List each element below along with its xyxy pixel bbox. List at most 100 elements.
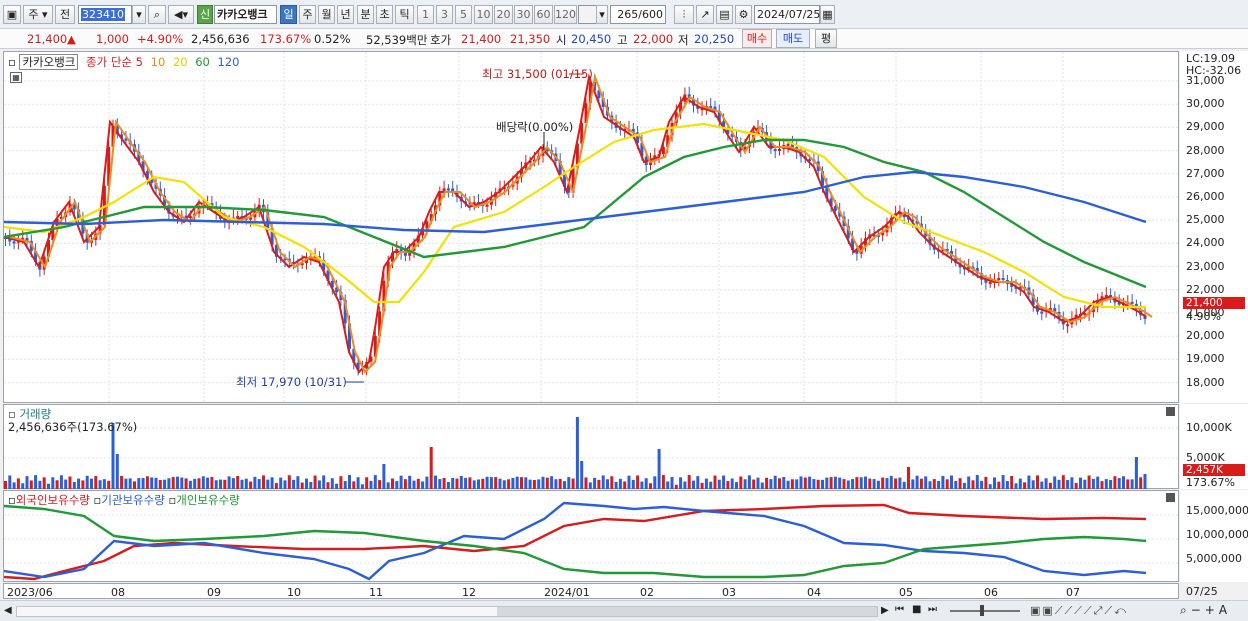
buy-button[interactable]: 매수 [742,29,772,48]
tab-month[interactable]: 월 [318,5,335,24]
zoom-slider[interactable] [950,610,1020,612]
last-pct-label: 4.90% [1186,310,1221,323]
period-type-select[interactable]: 주 ▾ [23,5,53,24]
interval-1[interactable]: 1 [417,5,434,24]
interval-30[interactable]: 30 [514,5,533,24]
price-tick: 25,000 [1186,213,1225,227]
volume-bar [507,479,511,489]
volume-bar [498,478,502,489]
volume-bar [588,482,592,489]
volume-bar [1139,477,1143,489]
volume-bar [997,481,1001,489]
interval-60[interactable]: 60 [534,5,553,24]
foreign-holding-line [4,503,1147,581]
interval-20[interactable]: 20 [494,5,513,24]
volume-bar [640,481,644,489]
date-input[interactable]: 2024/07/25 [754,5,820,24]
volume-bar [618,478,622,489]
volume-bar [176,476,179,489]
sell-button[interactable]: 매도 [776,29,810,48]
volume-bar [163,479,167,489]
volume-bar [984,476,988,489]
price-tick: 31,000 [1186,74,1225,87]
scrollbar-thumb[interactable] [497,607,877,616]
volume-chart-panel[interactable]: ▫ 거래량 2,456,636주(173.67%) [3,404,1180,489]
legend-ma10: 10 [150,55,166,69]
zoom-tools-icons[interactable]: ⌕−+A [1180,603,1231,618]
volume-bar [77,478,81,489]
interval-3[interactable]: 3 [436,5,453,24]
volume-bar [971,480,975,489]
stock-code-input[interactable]: 323410 [78,5,132,24]
eval-button[interactable]: 평 [815,29,837,48]
count-input[interactable]: 265/600 [610,5,666,24]
volume-bar [1061,475,1065,489]
volume-bar [765,477,769,489]
tab-week[interactable]: 주 [299,5,316,24]
search-icon[interactable]: ⌕ [148,5,166,24]
interval-10[interactable]: 10 [474,5,493,24]
volume-bar [214,480,218,489]
save-icon[interactable]: ▤ [716,5,733,24]
nav-stop-icon[interactable]: ■ [912,604,921,615]
volume-bar [489,477,493,489]
price-legend: ▫ 카카오뱅크 종가 단순 5 10 20 60 120 [8,54,239,70]
volume-bar [851,479,855,489]
calendar-icon[interactable]: ▦ [820,5,835,24]
volume-bar [206,477,210,489]
volume-bar [911,479,915,489]
tab-second[interactable]: 초 [376,5,393,24]
window-menu-icon[interactable]: ▣ [3,5,21,24]
volume-bar [167,478,171,489]
holding-chart-panel[interactable]: ▫외국인보유수량 ▫기관보유수량 ▫개인보유수량 [3,490,1180,582]
zoom-slider-handle[interactable] [980,605,984,616]
legend-ma120: 120 [217,55,240,69]
volume-bar [524,477,528,489]
tab-day[interactable]: 일 [280,5,297,24]
main-toolbar: ▣ 주 ▾ 전 323410 ▾ ⌕ ◀▾ 신 카카오뱅크 일 주 월 년 분 … [0,0,1248,29]
holding-panel-close-icon[interactable] [1166,493,1175,502]
prev-button[interactable]: 전 [55,5,75,24]
interval-120[interactable]: 120 [554,5,577,24]
volume-bar [98,480,102,489]
tab-tick[interactable]: 틱 [395,5,414,24]
tab-year[interactable]: 년 [337,5,354,24]
volume-bar [537,479,541,489]
holding-legend: ▫외국인보유수량 ▫기관보유수량 ▫개인보유수량 [8,492,240,508]
price-chart-panel[interactable]: ▫ 카카오뱅크 종가 단순 5 10 20 60 120 ▦ 최고 31,500… [3,51,1180,404]
quote-bar: 21,400 ▲ 1,000 +4.90% 2,456,636 173.67% … [0,29,1248,49]
horizontal-scrollbar[interactable] [16,606,878,617]
volume-bar [42,477,46,489]
volume-bar [59,475,63,489]
nav-last-icon[interactable]: ⏭ [928,604,937,615]
volume-bar [967,476,971,489]
price-tick: 30,000 [1186,97,1225,111]
scroll-right-icon[interactable]: ▶ [881,605,889,616]
volume-bar [330,478,334,489]
volume-panel-close-icon[interactable] [1166,407,1175,416]
x-tick-label: 2023/06 [7,586,53,599]
volume-bar [12,482,16,489]
interval-dropdown-icon[interactable]: ▾ [596,5,608,24]
tab-minute[interactable]: 분 [357,5,374,24]
code-dropdown-icon[interactable]: ▾ [132,5,146,24]
sound-icon[interactable]: ◀▾ [168,5,194,24]
volume-bar [713,475,717,489]
x-tick-label: 07 [1066,586,1080,599]
draw-tool-icon[interactable]: ↗ [696,5,714,24]
candle-type-icon[interactable]: ⫶ [674,5,694,24]
volume-bar [919,478,923,489]
volume-bar [21,483,25,489]
price-tick: 24,000 [1186,236,1225,250]
volume-bar [945,479,949,489]
volume-bar [855,477,859,489]
volume-last-badge: 2,457K [1183,464,1245,476]
nav-first-icon[interactable]: ⏮ [895,604,904,615]
price-tick: 28,000 [1186,143,1225,157]
volume-bar [696,476,700,489]
settings-gear-icon[interactable]: ⚙ [735,5,752,24]
drawing-tools-icons[interactable]: ▣▣⟋⟋⟋⟋⤢⟋⤺ [1030,604,1128,618]
scroll-left-icon[interactable]: ◀ [4,605,12,616]
table-toggle-icon[interactable]: ▦ [10,72,22,83]
interval-5[interactable]: 5 [455,5,472,24]
